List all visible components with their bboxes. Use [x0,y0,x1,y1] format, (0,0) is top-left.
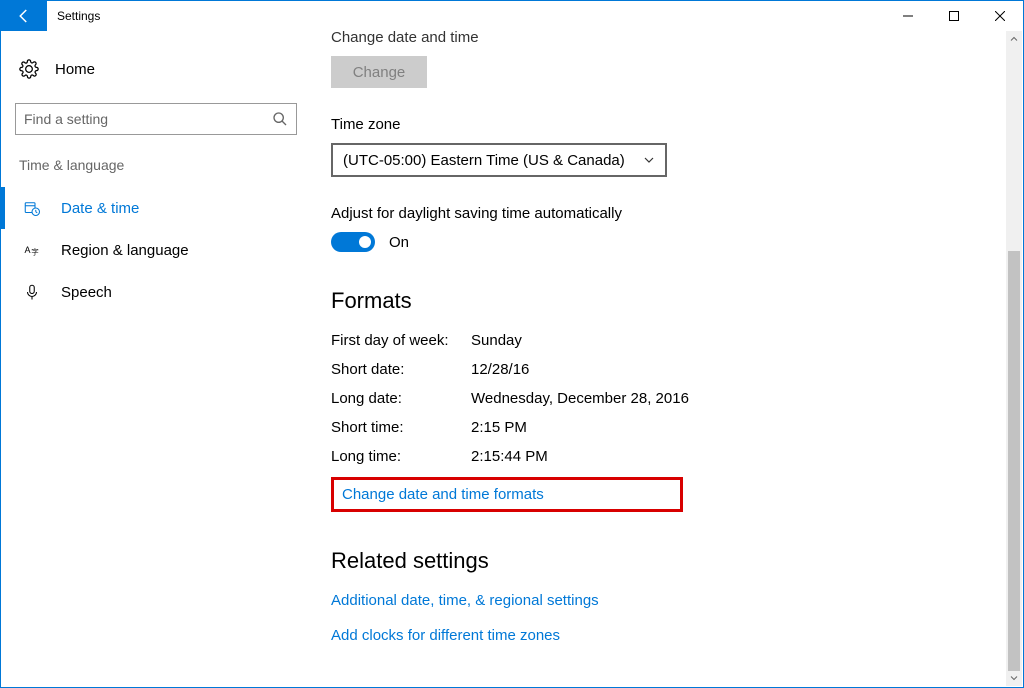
maximize-icon [949,11,959,21]
window-controls [885,1,1023,31]
chevron-down-icon [643,154,655,166]
sidebar: Home Time & language Date & time A字 Regi… [1,31,311,687]
additional-settings-link[interactable]: Additional date, time, & regional settin… [331,592,599,609]
formats-heading: Formats [331,288,1003,314]
sidebar-item-speech[interactable]: Speech [1,271,311,313]
sidebar-item-label: Date & time [61,200,139,217]
add-clocks-link[interactable]: Add clocks for different time zones [331,627,560,644]
sidebar-home-label: Home [55,61,95,78]
kv-value: 2:15:44 PM [471,448,548,465]
change-button: Change [331,56,427,88]
sidebar-item-date-time[interactable]: Date & time [1,187,311,229]
change-formats-link[interactable]: Change date and time formats [342,486,544,503]
kv-key: Long time: [331,448,471,465]
window-title: Settings [47,1,885,31]
table-row: Long time: 2:15:44 PM [331,448,1003,465]
language-icon: A字 [23,241,41,259]
minimize-button[interactable] [885,1,931,31]
svg-text:A: A [25,245,31,255]
table-row: First day of week: Sunday [331,332,1003,349]
change-date-time-label: Change date and time [331,31,1003,46]
sidebar-category: Time & language [1,135,311,187]
dst-label: Adjust for daylight saving time automati… [331,205,1003,222]
svg-text:字: 字 [31,247,39,257]
search-input[interactable] [24,111,272,127]
kv-key: First day of week: [331,332,471,349]
close-button[interactable] [977,1,1023,31]
sidebar-item-region-language[interactable]: A字 Region & language [1,229,311,271]
kv-value: 12/28/16 [471,361,529,378]
back-button[interactable] [1,1,47,31]
chevron-up-icon [1010,35,1018,43]
scroll-down-button[interactable] [1006,670,1022,686]
body: Home Time & language Date & time A字 Regi… [1,31,1023,687]
dst-toggle[interactable] [331,232,375,252]
gear-icon [19,59,39,79]
arrow-left-icon [15,7,33,25]
scroll-thumb[interactable] [1008,251,1020,671]
clock-calendar-icon [23,199,41,217]
scroll-up-button[interactable] [1006,31,1022,47]
search-icon [272,111,288,127]
table-row: Short time: 2:15 PM [331,419,1003,436]
timezone-label: Time zone [331,116,1003,133]
timezone-value: (UTC-05:00) Eastern Time (US & Canada) [343,152,625,169]
kv-value: Wednesday, December 28, 2016 [471,390,689,407]
settings-window: Settings Home Time & language [0,0,1024,688]
kv-key: Long date: [331,390,471,407]
timezone-dropdown[interactable]: (UTC-05:00) Eastern Time (US & Canada) [331,143,667,177]
search-box[interactable] [15,103,297,135]
kv-key: Short time: [331,419,471,436]
formats-table: First day of week: Sunday Short date: 12… [331,332,1003,465]
related-heading: Related settings [331,548,1003,574]
close-icon [995,11,1005,21]
sidebar-item-label: Region & language [61,242,189,259]
dst-section: Adjust for daylight saving time automati… [331,205,1003,252]
highlight-box: Change date and time formats [331,477,683,512]
titlebar: Settings [1,1,1023,31]
kv-value: 2:15 PM [471,419,527,436]
minimize-icon [903,11,913,21]
chevron-down-icon [1010,674,1018,682]
microphone-icon [23,283,41,301]
timezone-section: Time zone (UTC-05:00) Eastern Time (US &… [331,116,1003,177]
kv-value: Sunday [471,332,522,349]
table-row: Short date: 12/28/16 [331,361,1003,378]
kv-key: Short date: [331,361,471,378]
toggle-knob [359,236,371,248]
related-links: Additional date, time, & regional settin… [331,574,1003,644]
dst-state: On [389,234,409,251]
scrollbar[interactable] [1006,31,1022,686]
table-row: Long date: Wednesday, December 28, 2016 [331,390,1003,407]
sidebar-item-label: Speech [61,284,112,301]
content-area: Change date and time Change Time zone (U… [311,31,1023,687]
sidebar-home[interactable]: Home [1,49,311,89]
maximize-button[interactable] [931,1,977,31]
